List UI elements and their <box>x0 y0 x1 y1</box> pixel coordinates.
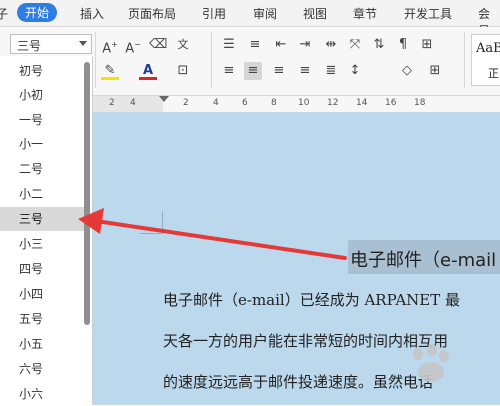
paw-watermark-icon <box>413 344 449 382</box>
